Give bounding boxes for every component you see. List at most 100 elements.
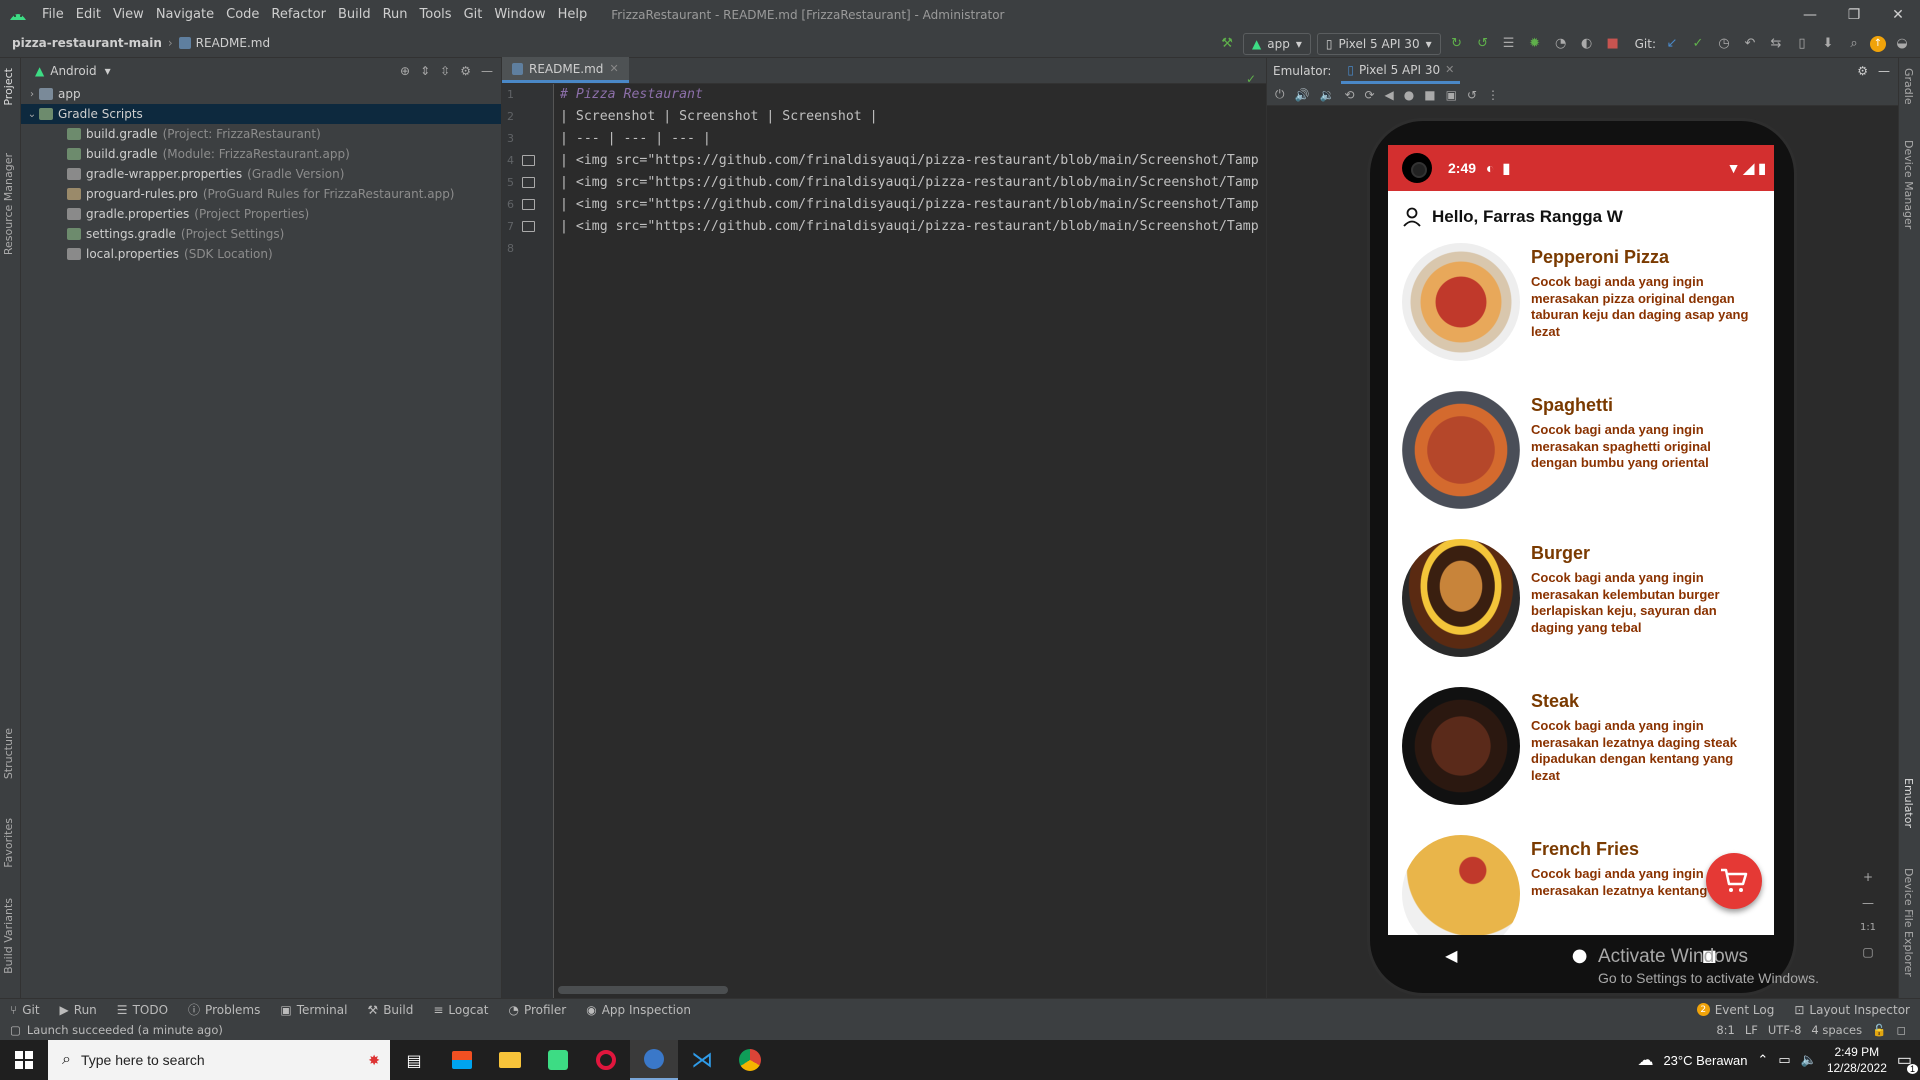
menu-item-edit[interactable]: Edit (70, 7, 107, 22)
menu-item-view[interactable]: View (107, 7, 150, 22)
project-view-select[interactable]: Android (50, 64, 96, 78)
home-icon[interactable]: ● (1404, 88, 1414, 102)
build-variants-tool-tab[interactable]: Build Variants (2, 898, 15, 974)
file-encoding[interactable]: UTF-8 (1768, 1023, 1802, 1037)
rotate-right-icon[interactable]: ⟳ (1364, 88, 1374, 102)
tree-item[interactable]: settings.gradle (Project Settings) (21, 224, 501, 244)
nav-back-icon[interactable]: ◀ (1445, 946, 1457, 965)
cart-button[interactable] (1706, 853, 1762, 909)
code-area[interactable]: # Pizza Restaurant | Screenshot | Screens… (560, 84, 1260, 260)
tree-item[interactable]: proguard-rules.pro (ProGuard Rules for Fr… (21, 184, 501, 204)
volume-down-icon[interactable]: 🔉 (1319, 88, 1334, 102)
weather-text[interactable]: 23°C Berawan (1663, 1053, 1747, 1068)
phone-screen[interactable]: 2:49 ◐ ▮ ▼ ◢ ▮ Hello, Farras Rangga W Pe… (1388, 145, 1774, 935)
tree-item[interactable]: gradle-wrapper.properties (Gradle Version… (21, 164, 501, 184)
snapshot-icon[interactable]: ↺ (1467, 88, 1477, 102)
zoom-in-icon[interactable]: + (1863, 870, 1873, 884)
tool-tab-logcat[interactable]: ≡ Logcat (423, 1001, 498, 1018)
image-preview-icon[interactable] (522, 199, 535, 210)
tree-item[interactable]: local.properties (SDK Location) (21, 244, 501, 264)
camera-icon[interactable]: ▣ (1446, 88, 1457, 102)
food-item[interactable]: Burger Cocok bagi anda yang ingin merasak… (1388, 539, 1774, 687)
tool-tab-todo[interactable]: ☰ TODO (107, 1001, 178, 1018)
network-icon[interactable]: ▭ (1778, 1052, 1790, 1068)
back-icon[interactable]: ◀ (1385, 88, 1394, 102)
chevron-down-icon[interactable]: ▾ (105, 64, 111, 78)
locate-icon[interactable]: ⊕ (400, 64, 410, 78)
tree-item[interactable]: ⌄ Gradle Scripts (21, 104, 501, 124)
tool-tab-build[interactable]: ⚒ Build (357, 1001, 423, 1018)
tool-tab-profiler[interactable]: ◔ Profiler (498, 1001, 576, 1018)
tray-chevron-up-icon[interactable]: ⌃ (1757, 1052, 1768, 1068)
task-view-icon[interactable]: ▤ (390, 1040, 438, 1080)
indent-setting[interactable]: 4 spaces (1811, 1023, 1862, 1037)
git-update-icon[interactable]: ↙ (1662, 34, 1682, 54)
avd-manager-icon[interactable]: ▯ (1792, 34, 1812, 54)
tree-item[interactable]: › app (21, 84, 501, 104)
stop-icon[interactable]: ■ (1603, 34, 1623, 54)
caret-position[interactable]: 8:1 (1716, 1023, 1735, 1037)
zoom-out-icon[interactable]: — (1862, 896, 1874, 910)
breadcrumb-file[interactable]: README.md (196, 36, 270, 50)
resource-manager-tool-tab[interactable]: Resource Manager (2, 153, 15, 255)
menu-item-refactor[interactable]: Refactor (265, 7, 332, 22)
minimize-button[interactable]: — (1788, 7, 1832, 23)
expand-arrow-icon[interactable]: ⌄ (25, 109, 39, 120)
tree-item[interactable]: build.gradle (Project: FrizzaRestaurant) (21, 124, 501, 144)
menu-item-file[interactable]: File (36, 7, 70, 22)
structure-tool-tab[interactable]: Structure (2, 728, 15, 779)
start-button[interactable] (0, 1040, 48, 1080)
tab-emulator-device[interactable]: ▯ Pixel 5 API 30 ✕ (1341, 58, 1461, 84)
code-line[interactable]: # Pizza Restaurant (560, 84, 1260, 106)
more-icon[interactable]: ⋮ (1487, 88, 1499, 102)
debug-icon[interactable]: ✹ (1525, 34, 1545, 54)
tool-tab-run[interactable]: ▶ Run (50, 1001, 107, 1018)
lock-icon[interactable]: 🔓 (1872, 1023, 1886, 1037)
favorites-tool-tab[interactable]: Favorites (2, 818, 15, 868)
close-tab-icon[interactable]: ✕ (1445, 63, 1454, 76)
sdk-manager-icon[interactable]: ⬇ (1818, 34, 1838, 54)
profile-icon[interactable]: ◔ (1551, 34, 1571, 54)
image-preview-icon[interactable] (522, 155, 535, 166)
rotate-left-icon[interactable]: ⟲ (1344, 88, 1354, 102)
hide-icon[interactable]: — (1878, 64, 1898, 78)
gradle-tool-tab[interactable]: Gradle (1902, 68, 1915, 105)
coverage-icon[interactable]: ☰ (1499, 34, 1519, 54)
gear-icon[interactable]: ⚙ (1857, 64, 1868, 78)
account-icon[interactable]: ◒ (1892, 34, 1912, 54)
image-preview-icon[interactable] (522, 177, 535, 188)
volume-up-icon[interactable]: 🔊 (1295, 88, 1310, 102)
code-line[interactable]: | <img src="https://github.com/frinaldis… (560, 194, 1260, 216)
restore-button[interactable]: ❐ (1832, 7, 1876, 23)
gear-icon[interactable]: ⚙ (460, 64, 471, 78)
sync-gradle-icon[interactable]: ⇆ (1766, 34, 1786, 54)
close-tab-icon[interactable]: ✕ (609, 62, 618, 75)
power-icon[interactable]: ⏻ (1275, 87, 1285, 102)
line-separator[interactable]: LF (1745, 1023, 1758, 1037)
device-file-explorer-tool-tab[interactable]: Device File Explorer (1902, 868, 1915, 977)
expand-arrow-icon[interactable]: › (25, 89, 39, 100)
menu-item-window[interactable]: Window (488, 7, 551, 22)
tool-tab-problems[interactable]: ⓘ Problems (178, 1001, 270, 1018)
vscode-icon[interactable]: ⋊ (678, 1040, 726, 1080)
apply-code-changes-icon[interactable]: ↺ (1473, 34, 1493, 54)
event-log-tab[interactable]: 2 Event Log (1687, 1003, 1785, 1017)
code-line[interactable]: | Screenshot | Screenshot | Screenshot | (560, 106, 1260, 128)
breadcrumb-project[interactable]: pizza-restaurant-main (0, 36, 162, 50)
nav-home-icon[interactable]: ● (1572, 945, 1588, 966)
chrome-icon[interactable] (726, 1040, 774, 1080)
menu-item-tools[interactable]: Tools (414, 7, 458, 22)
food-item[interactable]: Spaghetti Cocok bagi anda yang ingin mera… (1388, 391, 1774, 539)
food-item[interactable]: Steak Cocok bagi anda yang ingin merasaka… (1388, 687, 1774, 835)
menu-item-build[interactable]: Build (332, 7, 377, 22)
tree-item[interactable]: gradle.properties (Project Properties) (21, 204, 501, 224)
file-explorer-icon[interactable] (486, 1040, 534, 1080)
collapse-all-icon[interactable]: ⇳ (440, 64, 450, 78)
word-app-icon[interactable] (630, 1040, 678, 1080)
tool-tab-terminal[interactable]: ▣ Terminal (270, 1001, 357, 1018)
menu-item-help[interactable]: Help (552, 7, 594, 22)
attach-debugger-icon[interactable]: ◐ (1577, 34, 1597, 54)
menu-item-code[interactable]: Code (220, 7, 265, 22)
tree-item[interactable]: build.gradle (Module: FrizzaRestaurant.ap… (21, 144, 501, 164)
code-line[interactable]: | <img src="https://github.com/frinaldis… (560, 172, 1260, 194)
